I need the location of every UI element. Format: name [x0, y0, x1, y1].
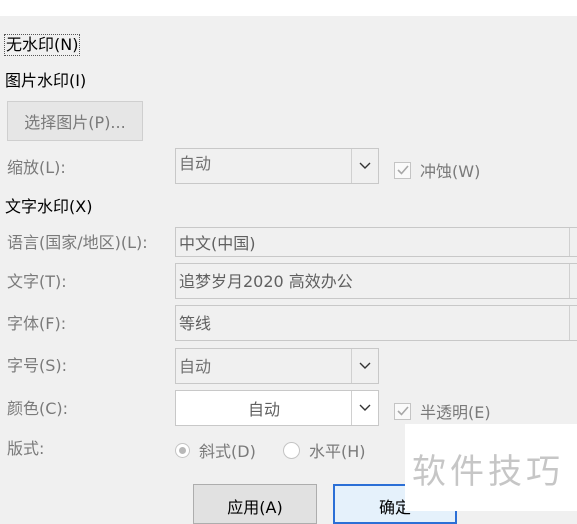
scale-value: 自动 [179, 154, 212, 173]
apply-button[interactable]: 应用(A) [193, 484, 317, 524]
language-value: 中文(中国) [179, 234, 256, 253]
size-value: 自动 [179, 357, 212, 376]
diagonal-radio[interactable]: 斜式(D) [175, 438, 256, 462]
color-combo[interactable]: 自动 [175, 390, 379, 426]
semitransparent-label: 半透明(E) [420, 403, 491, 422]
washout-checkbox[interactable]: 冲蚀(W) [394, 158, 480, 182]
font-value: 等线 [179, 314, 212, 333]
checkbox-box[interactable] [394, 402, 411, 420]
chevron-down-icon[interactable] [351, 149, 378, 183]
radio-circle[interactable] [283, 441, 300, 459]
checkbox-box[interactable] [394, 161, 411, 179]
text-watermark-label: 文字水印(X) [5, 197, 93, 216]
horizontal-label: 水平(H) [309, 442, 366, 461]
size-combo[interactable]: 自动 [175, 348, 379, 384]
semitransparent-checkbox[interactable]: 半透明(E) [394, 399, 491, 423]
picture-watermark-option[interactable]: 图片水印(I) [5, 70, 86, 92]
diagonal-label: 斜式(D) [199, 442, 256, 461]
text-value: 追梦岁月2020 高效办公 [179, 272, 353, 291]
text-combo[interactable]: 追梦岁月2020 高效办公 [175, 263, 577, 299]
watermark-overlay: 软件技巧 [405, 424, 577, 511]
scale-label: 缩放(L): [7, 158, 66, 177]
no-watermark-label: 无水印(N) [6, 35, 79, 54]
check-icon [396, 406, 409, 416]
language-combo[interactable]: 中文(中国) [175, 227, 577, 257]
no-watermark-option[interactable]: 无水印(N) [4, 34, 81, 56]
apply-label: 应用(A) [227, 498, 283, 517]
text-watermark-option[interactable]: 文字水印(X) [5, 196, 92, 218]
watermark-text: 软件技巧 [412, 452, 564, 492]
select-picture-label: 选择图片(P)... [24, 113, 126, 132]
radio-dot [179, 446, 186, 454]
scale-combo[interactable]: 自动 [175, 148, 379, 184]
select-picture-button[interactable]: 选择图片(P)... [7, 101, 143, 141]
text-dropdown-edge[interactable] [569, 264, 577, 298]
horizontal-radio[interactable]: 水平(H) [283, 438, 366, 462]
top-strip [0, 0, 577, 16]
radio-circle[interactable] [175, 442, 190, 458]
font-combo[interactable]: 等线 [175, 305, 577, 341]
layout-label: 版式: [7, 439, 45, 458]
picture-watermark-label: 图片水印(I) [5, 71, 87, 90]
washout-label: 冲蚀(W) [420, 162, 481, 181]
text-label: 文字(T): [7, 272, 67, 291]
language-dropdown-edge[interactable] [569, 228, 577, 256]
font-label: 字体(F): [7, 314, 67, 333]
color-label: 颜色(C): [7, 399, 69, 418]
color-value: 自动 [247, 400, 280, 419]
chevron-down-icon[interactable] [351, 391, 378, 425]
size-label: 字号(S): [7, 356, 68, 375]
language-label: 语言(国家/地区)(L): [7, 233, 148, 252]
check-icon [396, 165, 409, 175]
font-dropdown-edge[interactable] [569, 306, 577, 340]
chevron-down-icon[interactable] [351, 349, 378, 383]
